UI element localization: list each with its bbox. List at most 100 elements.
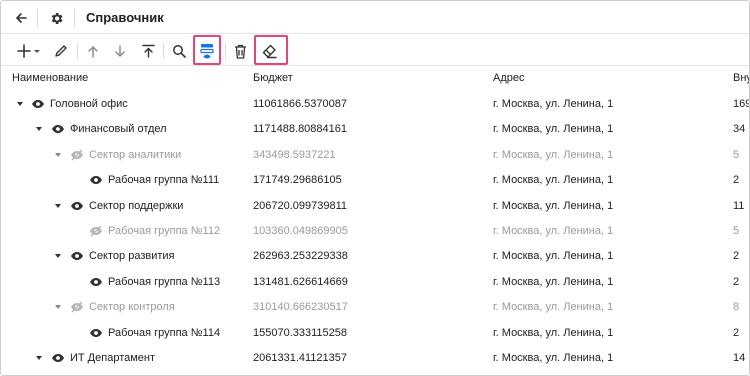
name-cell: Рабочая группа №114 (108, 326, 221, 339)
header-divider (74, 9, 75, 27)
window-header: Справочник (1, 1, 749, 34)
back-button[interactable] (10, 7, 32, 29)
delete-button[interactable] (230, 39, 250, 63)
column-header-name[interactable]: Наименование (12, 72, 88, 84)
internal-cell: 5 (733, 225, 740, 237)
toolbar-divider (225, 43, 226, 59)
name-cell: ИТ Департамент (70, 352, 156, 364)
page-title: Справочник (86, 10, 164, 25)
expand-caret-icon[interactable] (36, 356, 42, 360)
table-row[interactable]: Финансовый отдел 1171488.80884161 г. Москв… (1, 117, 749, 142)
name-cell: Сектор аналитики (89, 148, 182, 161)
eye-icon[interactable] (31, 98, 45, 110)
toolbar-divider (163, 43, 164, 59)
arrow-up-icon (88, 45, 98, 58)
edit-button[interactable] (51, 39, 71, 63)
column-header-budget[interactable]: Бюджет (253, 72, 293, 84)
table-row[interactable]: Рабочая группа №112 103360.049869905 г. Мо… (1, 219, 749, 244)
internal-cell: 2 (733, 250, 740, 263)
add-icon (17, 44, 31, 58)
header-divider (37, 9, 38, 27)
name-cell: Финансовый отдел (70, 123, 167, 136)
eye-icon[interactable] (70, 200, 84, 212)
table-row[interactable]: Сектор контроля 310140.666230517 г. Москва… (1, 295, 749, 320)
name-cell: Рабочая группа №113 (108, 275, 221, 288)
filter-row-button[interactable] (197, 39, 217, 63)
address-cell: г. Москва, ул. Ленина, 1 (493, 123, 614, 136)
budget-cell: 131481.626614669 (253, 275, 348, 288)
name-cell: Головной офис (50, 98, 128, 110)
name-cell: Сектор поддержки (89, 199, 184, 212)
delete-icon (234, 44, 246, 59)
expand-caret-icon[interactable] (55, 254, 61, 259)
chevron-down-icon (34, 50, 40, 53)
table-row[interactable]: Головной офис 11061866.5370087 г. Москва, … (1, 92, 750, 117)
settings-button[interactable] (45, 7, 67, 29)
address-cell: г. Москва, ул. Ленина, 1 (493, 174, 614, 187)
eye-off-icon[interactable] (70, 301, 84, 313)
table-row[interactable]: Сектор аналитики 343498.5937221 г. Москва,… (1, 143, 749, 168)
column-header-address[interactable]: Адрес (493, 72, 525, 84)
gear-icon (51, 12, 62, 24)
table-row[interactable]: Сектор поддержки 206720.099739811 г. Москв… (1, 194, 749, 219)
budget-cell: 262963.253229338 (253, 250, 348, 263)
address-cell: г. Москва, ул. Ленина, 1 (493, 326, 614, 339)
move-down-button[interactable] (111, 39, 129, 63)
budget-cell: 206720.099739811 (253, 199, 348, 212)
name-cell: Рабочая группа №111 (108, 174, 220, 187)
internal-cell: 2 (733, 326, 740, 339)
address-cell: г. Москва, ул. Ленина, 1 (493, 352, 614, 364)
move-up-button[interactable] (84, 39, 102, 63)
eye-icon[interactable] (89, 276, 103, 288)
search-button[interactable] (169, 39, 189, 63)
eye-icon[interactable] (89, 327, 103, 339)
eye-icon[interactable] (89, 174, 103, 186)
eye-icon[interactable] (70, 250, 84, 262)
toolbar-divider (77, 43, 78, 59)
internal-cell: 8 (733, 301, 740, 314)
expand-caret-icon[interactable] (36, 127, 42, 132)
reference-window: Справочник Наименование Бюджет Адрес Вн … (0, 0, 750, 376)
move-to-top-button[interactable] (138, 39, 158, 63)
internal-cell: 5 (733, 148, 740, 161)
clear-button[interactable] (259, 39, 281, 63)
eye-icon[interactable] (51, 123, 65, 135)
toolbar (1, 35, 749, 66)
address-cell: г. Москва, ул. Ленина, 1 (493, 148, 614, 161)
budget-cell: 310140.666230517 (253, 301, 348, 314)
budget-cell: 2061331.41121357 (253, 352, 348, 364)
expand-caret-icon[interactable] (55, 203, 61, 208)
move-to-top-icon (141, 44, 155, 58)
budget-cell: 343498.5937221 (253, 148, 336, 161)
arrow-down-icon (115, 44, 125, 57)
eye-icon[interactable] (51, 352, 65, 364)
add-button[interactable] (13, 39, 45, 63)
table-row[interactable]: Сектор развития 262963.253229338 г. Москва… (1, 244, 749, 269)
eraser-icon (262, 44, 277, 58)
eye-off-icon[interactable] (70, 149, 84, 161)
expand-caret-icon[interactable] (55, 305, 61, 310)
filter-row-icon (200, 44, 214, 59)
arrow-left-icon (16, 13, 27, 23)
budget-cell: 103360.049869905 (253, 225, 348, 237)
vertical-scrollbar[interactable] (743, 67, 747, 367)
internal-cell: 2 (733, 174, 740, 187)
edit-icon (55, 45, 67, 57)
table-row[interactable]: Рабочая группа №113 131481.626614669 г. Мо… (1, 270, 749, 295)
table-row[interactable]: Рабочая группа №114 155070.333115258 г. Мо… (1, 321, 749, 346)
address-cell: г. Москва, ул. Ленина, 1 (493, 301, 614, 314)
table-row[interactable]: Рабочая группа №111 171749.29686105 г. Мос… (1, 168, 749, 193)
budget-cell: 171749.29686105 (253, 174, 342, 187)
expand-caret-icon[interactable] (17, 102, 23, 106)
budget-cell: 155070.333115258 (253, 326, 348, 339)
expand-caret-icon[interactable] (55, 152, 61, 157)
address-cell: г. Москва, ул. Ленина, 1 (493, 98, 614, 110)
internal-cell: 169 (733, 98, 750, 110)
internal-cell: 2 (733, 275, 740, 288)
budget-cell: 1171488.80884161 (253, 123, 348, 136)
column-header-internal[interactable]: Вну (733, 72, 749, 84)
address-cell: г. Москва, ул. Ленина, 1 (493, 250, 614, 263)
name-cell: Рабочая группа №112 (108, 225, 221, 237)
eye-off-icon[interactable] (89, 225, 103, 237)
table-row[interactable]: ИТ Департамент 2061331.41121357 г. Москва,… (1, 346, 749, 371)
